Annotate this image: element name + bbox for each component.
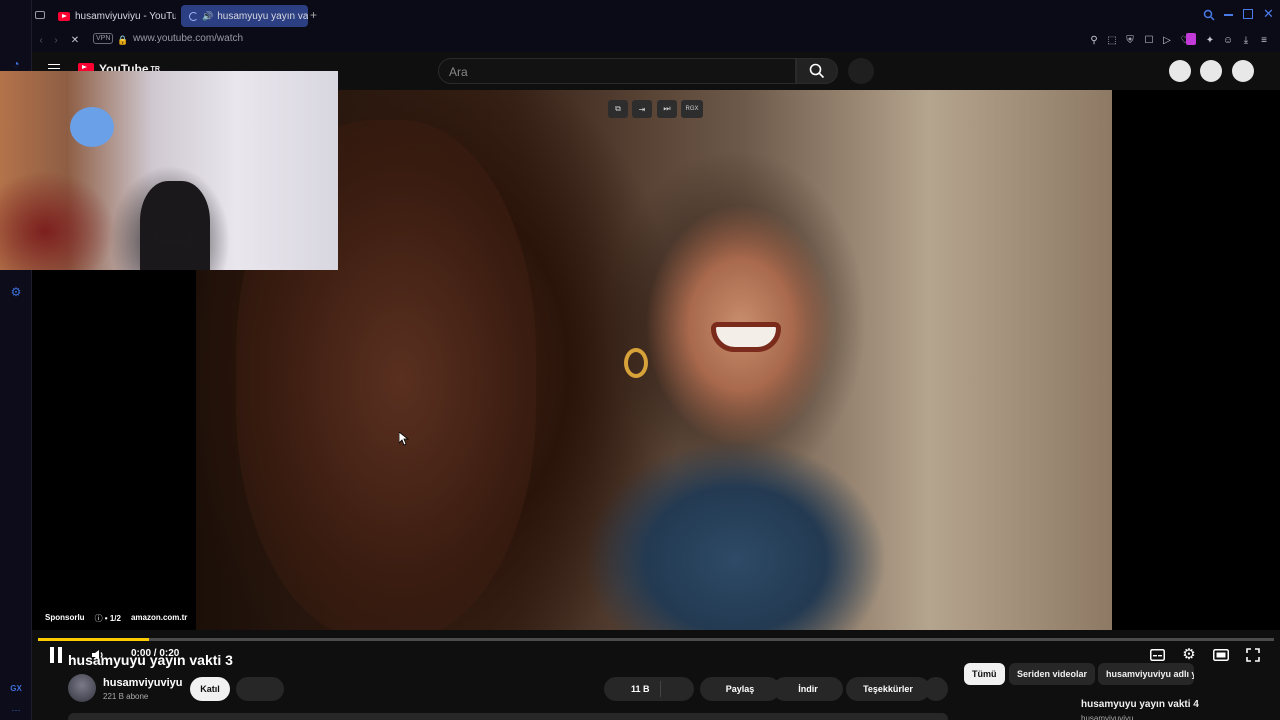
download-icon[interactable]: ⤓ xyxy=(1239,33,1253,47)
speed-dial-icon[interactable]: ◔ xyxy=(8,56,24,72)
gx-label[interactable]: GX xyxy=(8,680,24,696)
maximize-button[interactable] xyxy=(1243,9,1253,19)
channel-name[interactable]: husamviyuviyu xyxy=(103,677,182,689)
skip-overlay-button[interactable]: ⏭ xyxy=(657,100,677,118)
vpn-badge[interactable]: VPN xyxy=(93,33,114,44)
url-field[interactable]: www.youtube.com/watch xyxy=(133,33,243,44)
subscribe-button[interactable] xyxy=(236,677,284,701)
profile-icon[interactable]: ☺ xyxy=(1221,33,1235,47)
mouse-cursor-icon xyxy=(399,432,409,446)
create-button[interactable] xyxy=(1169,60,1191,82)
progress-fill xyxy=(38,638,150,641)
sponsored-label: Sponsorlu xyxy=(45,613,85,622)
ad-counter-text: • 1/2 xyxy=(104,614,121,623)
back-icon[interactable]: ‹ xyxy=(34,33,48,47)
chip-all[interactable]: Tümü xyxy=(964,663,1005,685)
webcam-glasses xyxy=(154,231,192,243)
like-dislike-divider xyxy=(660,681,661,697)
pin-icon[interactable]: ⚲ xyxy=(1087,33,1101,47)
subscriber-count: 221 B abone xyxy=(103,692,149,701)
tab-label: husamviyuviyu - YouTube xyxy=(75,10,176,22)
account-avatar[interactable] xyxy=(1232,60,1254,82)
settings-button[interactable]: ⚙ xyxy=(1181,646,1197,663)
ad-counter[interactable]: ⓘ • 1/2 xyxy=(95,613,121,624)
shield-icon[interactable]: ⛨ xyxy=(1123,33,1137,47)
stop-loading-icon[interactable]: ✕ xyxy=(68,33,82,47)
ad-domain-link[interactable]: amazon.com.tr xyxy=(131,613,187,624)
extensions-icon[interactable]: ✦ xyxy=(1203,33,1217,47)
download-button[interactable]: İndir xyxy=(773,677,843,701)
info-icon: ⓘ xyxy=(94,614,103,623)
address-bar: ‹ › ✕ VPN 🔒 www.youtube.com/watch ⚲ ⬚ ⛨ … xyxy=(32,30,1280,52)
next-video-channel[interactable]: husamviyuviyu xyxy=(1081,714,1133,720)
voice-search-button[interactable] xyxy=(848,58,874,84)
pause-icon xyxy=(50,647,62,663)
lock-icon[interactable]: 🔒 xyxy=(116,33,130,47)
fullscreen-button[interactable] xyxy=(1245,647,1261,663)
bookmark-icon[interactable]: ☐ xyxy=(1142,33,1156,47)
thanks-button[interactable]: Teşekkürler xyxy=(846,677,930,701)
search-tabs-icon[interactable] xyxy=(1203,9,1215,21)
progress-bar[interactable] xyxy=(38,638,1274,641)
chip-from-channel[interactable]: husamviyuviyu adlı yü xyxy=(1098,663,1194,685)
webcam-plush xyxy=(70,107,114,147)
tab-youtube-watch[interactable]: 🔊 husamyuyu yayın vakt xyxy=(181,5,308,27)
ad-info: Sponsorlu ⓘ • 1/2 amazon.com.tr xyxy=(45,613,187,624)
popout-overlay-button[interactable]: ⇥ xyxy=(632,100,652,118)
new-tab-button[interactable]: + xyxy=(310,8,317,22)
like-button[interactable]: 11 B xyxy=(604,677,694,701)
minimize-button[interactable] xyxy=(1224,14,1233,16)
streamer-webcam xyxy=(0,71,338,270)
sidebar-more-icon[interactable]: ··· xyxy=(8,702,24,718)
chip-series[interactable]: Seriden videolar xyxy=(1009,663,1096,685)
speaker-icon: 🔊 xyxy=(202,10,214,21)
more-actions-button[interactable] xyxy=(924,677,948,701)
rgx-overlay-button[interactable]: RGX xyxy=(681,100,703,118)
menu-icon[interactable]: ≡ xyxy=(1257,33,1271,47)
theater-icon xyxy=(1213,649,1229,661)
workspace-icon[interactable] xyxy=(35,11,45,19)
video-smile xyxy=(711,322,781,352)
description-box[interactable] xyxy=(68,713,948,720)
settings-icon[interactable]: ⚙ xyxy=(8,284,24,300)
search-input[interactable]: Ara xyxy=(438,58,796,84)
video-earring xyxy=(624,348,648,378)
captions-button[interactable] xyxy=(1149,647,1165,663)
next-video-title[interactable]: husamyuyu yayın vakti 4 xyxy=(1081,699,1199,710)
webcam-person xyxy=(140,181,210,270)
video-title: husamyuyu yayın vakti 3 xyxy=(68,652,233,668)
tab-youtube-channel[interactable]: husamviyuviyu - YouTube xyxy=(50,5,176,27)
tab-strip: husamviyuviyu - YouTube 🔊 husamyuyu yayı… xyxy=(0,0,1280,30)
fullscreen-icon xyxy=(1246,648,1260,662)
pip-overlay-button[interactable]: ⧉ xyxy=(608,100,628,118)
search-button[interactable] xyxy=(796,58,838,84)
channel-avatar[interactable] xyxy=(68,674,96,702)
like-count: 11 B xyxy=(631,684,650,694)
close-window-button[interactable]: ✕ xyxy=(1263,6,1274,22)
join-button[interactable]: Katıl xyxy=(190,677,230,701)
settings-gear-icon: ⚙ xyxy=(1182,646,1196,663)
theater-mode-button[interactable] xyxy=(1213,647,1229,663)
loading-icon xyxy=(189,11,198,21)
search-icon xyxy=(809,63,825,79)
captions-icon xyxy=(1149,649,1165,661)
extension-twitch-icon[interactable] xyxy=(1186,33,1196,45)
pause-button[interactable] xyxy=(48,646,64,664)
share-button[interactable]: Paylaş xyxy=(700,677,780,701)
notifications-button[interactable] xyxy=(1200,60,1222,82)
play-icon[interactable]: ▷ xyxy=(1160,33,1174,47)
forward-icon[interactable]: › xyxy=(49,33,63,47)
youtube-favicon-icon xyxy=(58,11,70,21)
tab-label: husamyuyu yayın vakt xyxy=(217,10,308,22)
snapshot-icon[interactable]: ⬚ xyxy=(1105,33,1119,47)
